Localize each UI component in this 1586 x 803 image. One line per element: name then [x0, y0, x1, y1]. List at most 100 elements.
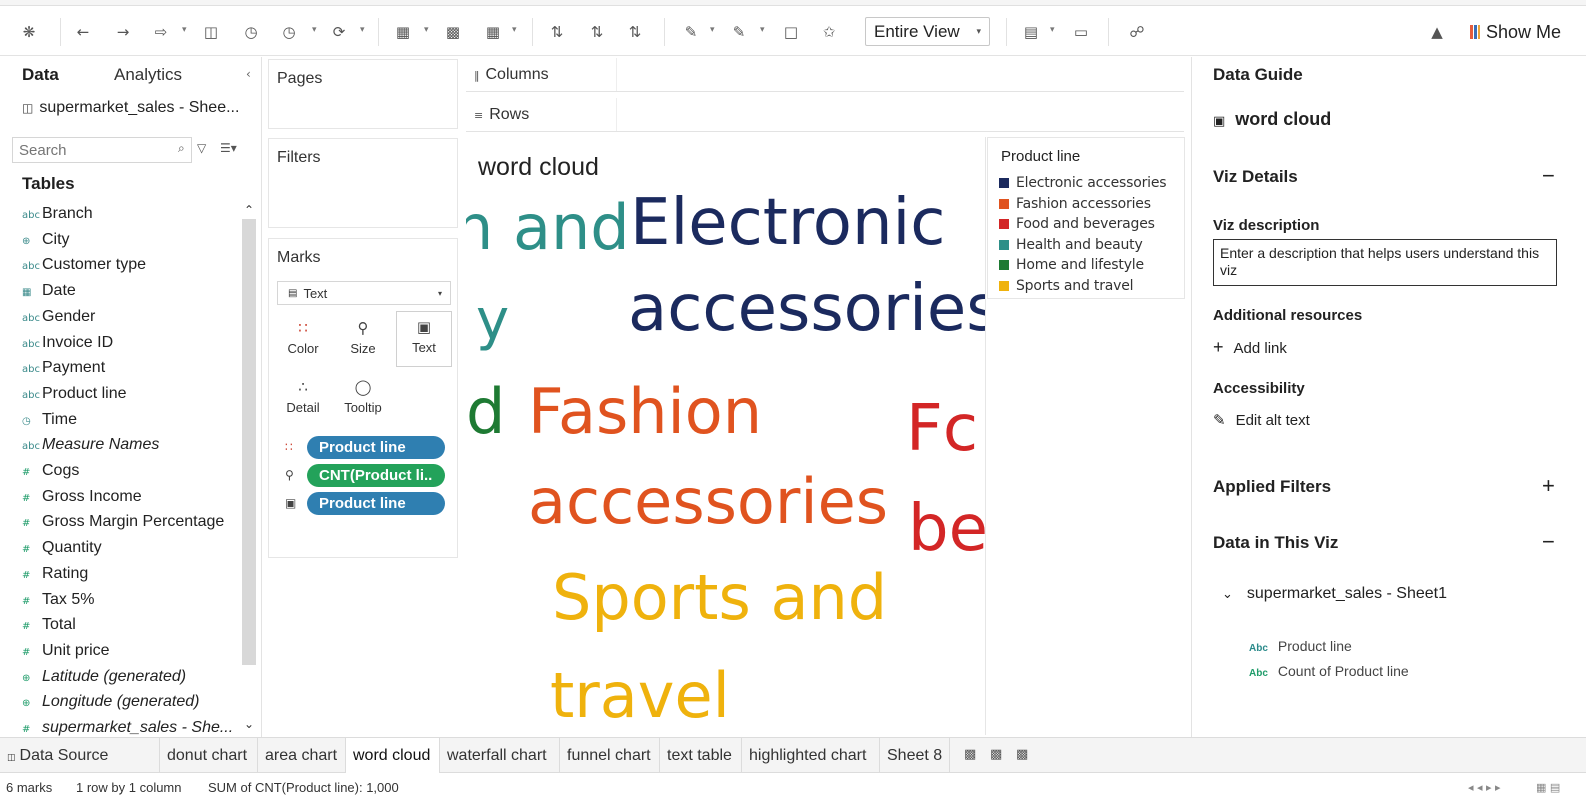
- search-icon[interactable]: ⌕: [178, 141, 185, 156]
- tooltip-mark-button[interactable]: ◯ Tooltip: [335, 372, 391, 428]
- redo-icon[interactable]: →: [112, 21, 134, 43]
- word-fashion[interactable]: Fashion: [528, 381, 762, 443]
- legend-item[interactable]: Sports and travel: [999, 278, 1134, 294]
- duplicate-sheet-icon[interactable]: ▩: [442, 21, 464, 43]
- sort-ascending-icon[interactable]: ⇅: [586, 21, 608, 43]
- word-fashion-accessories[interactable]: accessories: [528, 471, 888, 533]
- new-worksheet-icon[interactable]: ▩: [964, 747, 976, 762]
- view-fit-select[interactable]: Entire View ▾: [865, 17, 990, 46]
- collapse-data-in-viz-icon[interactable]: −: [1542, 529, 1555, 555]
- word-food[interactable]: Fc: [906, 397, 978, 461]
- collapse-viz-details-icon[interactable]: −: [1542, 163, 1555, 189]
- undo-icon[interactable]: ←: [72, 21, 94, 43]
- legend-item[interactable]: Home and lifestyle: [999, 257, 1144, 273]
- field-item[interactable]: # Quantity: [22, 539, 102, 557]
- word-health-and[interactable]: h and: [466, 197, 630, 259]
- tab-data-source[interactable]: ◫ Data Source: [0, 738, 160, 773]
- new-data-source-icon[interactable]: ◷: [240, 21, 262, 43]
- detail-mark-button[interactable]: ∴ Detail: [275, 372, 331, 428]
- chevron-down-icon[interactable]: ▾: [512, 25, 517, 35]
- sheet-navigation-icon[interactable]: ◂ ◂ ▸ ▸: [1468, 781, 1501, 794]
- legend-item[interactable]: Health and beauty: [999, 237, 1143, 253]
- chevron-down-icon[interactable]: ▾: [360, 25, 365, 35]
- word-electronic-accessories[interactable]: accessories: [628, 277, 985, 341]
- field-item[interactable]: # Gross Income: [22, 488, 142, 506]
- field-item[interactable]: # supermarket_sales - She...: [22, 719, 233, 737]
- swap-rows-columns-icon[interactable]: ⇅: [546, 21, 568, 43]
- field-item[interactable]: abc Gender: [22, 308, 95, 326]
- product-line-text-pill[interactable]: Product line: [307, 492, 445, 515]
- scroll-down-icon[interactable]: ⌄: [244, 717, 254, 731]
- new-worksheet-icon[interactable]: ▦: [392, 21, 414, 43]
- refresh-icon[interactable]: ⟳: [328, 21, 350, 43]
- product-line-color-pill[interactable]: Product line: [307, 436, 445, 459]
- collapse-pane-icon[interactable]: ‹: [246, 67, 251, 81]
- clear-sheet-icon[interactable]: ▦: [482, 21, 504, 43]
- viz-details-header[interactable]: Viz Details: [1213, 167, 1298, 187]
- new-story-icon[interactable]: ▩: [1016, 747, 1028, 762]
- tab-data[interactable]: Data: [22, 65, 59, 85]
- show-me-button[interactable]: Show Me: [1470, 19, 1561, 45]
- scroll-up-icon[interactable]: ⌃: [244, 203, 254, 217]
- edit-alt-text-button[interactable]: ✎ Edit alt text: [1213, 411, 1310, 429]
- search-input[interactable]: [12, 137, 192, 163]
- pages-shelf[interactable]: Pages: [268, 59, 458, 129]
- sheet-tab[interactable]: highlighted chart: [742, 738, 880, 773]
- rows-shelf[interactable]: ≡ Rows: [466, 98, 1184, 132]
- datasource-item[interactable]: ◫ supermarket_sales - Shee...: [22, 99, 239, 117]
- field-item[interactable]: ◷ Time: [22, 411, 77, 429]
- sort-descending-icon[interactable]: ⇅: [624, 21, 646, 43]
- tab-analytics[interactable]: Analytics: [114, 65, 182, 85]
- legend-item[interactable]: Food and beverages: [999, 216, 1155, 232]
- field-item[interactable]: # Unit price: [22, 642, 110, 660]
- add-link-button[interactable]: + Add link: [1213, 337, 1287, 358]
- size-mark-button[interactable]: ⚲ Size: [335, 313, 391, 369]
- highlight-icon[interactable]: ✎: [680, 21, 702, 43]
- sheet-tab[interactable]: donut chart: [160, 738, 258, 773]
- tableau-logo-icon[interactable]: ❋: [18, 21, 40, 43]
- chevron-down-icon[interactable]: ▾: [424, 25, 429, 35]
- datasource-tree-item[interactable]: ⌄ supermarket_sales - Sheet1: [1222, 585, 1447, 603]
- field-item[interactable]: ▦ Date: [22, 282, 76, 300]
- data-in-viz-header[interactable]: Data in This Viz: [1213, 533, 1338, 553]
- view-options-icon[interactable]: ☰▾: [220, 141, 237, 155]
- applied-filters-header[interactable]: Applied Filters: [1213, 477, 1331, 497]
- sheet-tab[interactable]: word cloud: [346, 738, 440, 773]
- word-beverages[interactable]: be: [908, 497, 985, 561]
- field-item[interactable]: abc Measure Names: [22, 436, 159, 454]
- field-item[interactable]: ⊕ City: [22, 231, 70, 249]
- viz-canvas[interactable]: word cloud Electronic accessories Fashio…: [466, 137, 986, 735]
- view-layout-icon[interactable]: ▦ ▤: [1536, 781, 1560, 794]
- save-icon[interactable]: ◫: [200, 21, 222, 43]
- filter-icon[interactable]: ▽: [197, 141, 206, 155]
- chevron-down-icon[interactable]: ▾: [1050, 25, 1055, 35]
- field-item[interactable]: ⊕ Latitude (generated): [22, 668, 186, 686]
- new-dashboard-icon[interactable]: ▩: [990, 747, 1002, 762]
- mark-type-select[interactable]: ▤ Text ▾: [277, 281, 451, 305]
- filters-shelf[interactable]: Filters: [268, 138, 458, 228]
- data-guide-toggle-icon[interactable]: ▲: [1426, 21, 1448, 43]
- word-home-lifestyle[interactable]: d: [466, 381, 505, 443]
- color-mark-button[interactable]: ∷ Color: [275, 313, 331, 369]
- sheet-tab[interactable]: text table: [660, 738, 742, 773]
- field-item[interactable]: abc Payment: [22, 359, 105, 377]
- field-item[interactable]: # Cogs: [22, 462, 79, 480]
- columns-shelf[interactable]: ‖ Columns: [466, 58, 1184, 92]
- share-icon[interactable]: ☍: [1126, 21, 1148, 43]
- legend-item[interactable]: Fashion accessories: [999, 196, 1151, 212]
- field-item[interactable]: abc Product line: [22, 385, 127, 403]
- word-travel[interactable]: travel: [550, 665, 730, 727]
- rows-drop-zone[interactable]: [616, 98, 1184, 131]
- count-product-line-size-pill[interactable]: CNT(Product li..: [307, 464, 445, 487]
- field-list-scrollbar[interactable]: [242, 219, 256, 665]
- field-item[interactable]: abc Customer type: [22, 256, 146, 274]
- chevron-down-icon[interactable]: ▾: [710, 25, 715, 35]
- word-sports-and[interactable]: Sports and: [552, 567, 887, 629]
- word-electronic[interactable]: Electronic: [630, 191, 945, 255]
- field-item[interactable]: abc Branch: [22, 205, 93, 223]
- field-item[interactable]: abc Invoice ID: [22, 334, 113, 352]
- add-filter-icon[interactable]: +: [1542, 473, 1555, 499]
- sheet-tab[interactable]: waterfall chart: [440, 738, 560, 773]
- chevron-down-icon[interactable]: ▾: [760, 25, 765, 35]
- pause-updates-icon[interactable]: ◷: [278, 21, 300, 43]
